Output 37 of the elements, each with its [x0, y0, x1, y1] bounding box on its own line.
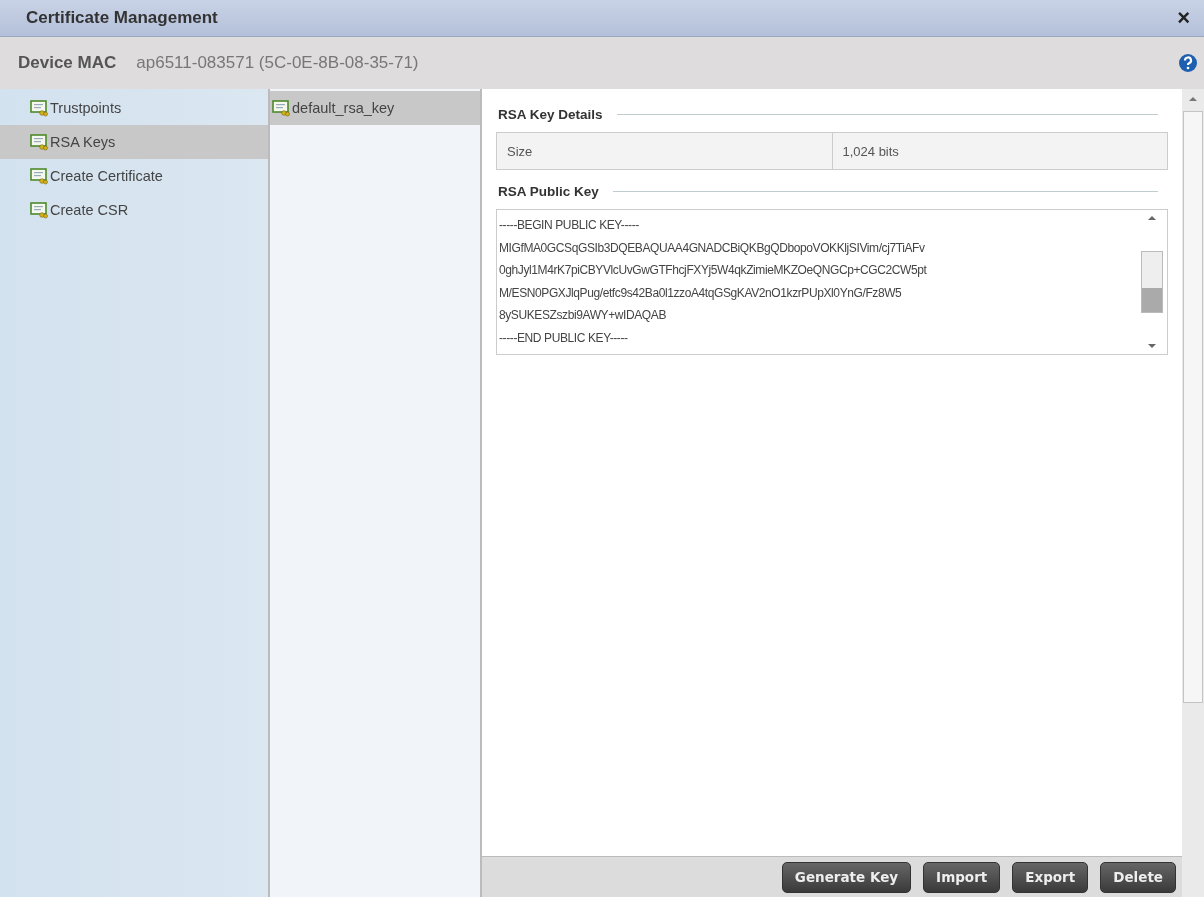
- certificate-icon: [30, 201, 48, 219]
- window-title: Certificate Management: [26, 8, 218, 28]
- key-list-item[interactable]: default_rsa_key: [270, 91, 480, 125]
- panel-scrollbar[interactable]: [1182, 89, 1204, 897]
- section-title: RSA Key Details: [498, 107, 603, 122]
- certificate-icon: [30, 99, 48, 117]
- scroll-up-icon[interactable]: [1147, 214, 1157, 222]
- nav-item[interactable]: Trustpoints: [0, 91, 268, 125]
- action-button[interactable]: Export: [1012, 861, 1089, 893]
- table-cell: 1,024 bits: [832, 132, 1168, 170]
- action-button[interactable]: Generate Key: [781, 861, 912, 893]
- close-button[interactable]: ×: [1173, 7, 1194, 29]
- key-text-line: 0ghJyl1M4rK7piCBYVlcUvGwGTFhcjFXYj5W4qkZimieMKZOeQNGCp+CGC2CW5pt: [499, 262, 928, 279]
- action-button[interactable]: Import: [923, 861, 1001, 893]
- key-text-line: M/ESN0PGXJlqPug/etfc9s42Ba0l1zzoA4tqGSgKAV2nO1kzrPUpXl0YnG/Fz8W5: [499, 284, 903, 302]
- key-text-line: MIGfMA0GCSqGSIb3DQEBAQUAA4GNADCBiQKBgQDbopoVOKKljSIVim/cj7TiAFv: [499, 239, 926, 257]
- device-label: Device MAC: [18, 53, 117, 73]
- text-area-scrollbar[interactable]: [1141, 214, 1163, 350]
- public-key-text-area[interactable]: [496, 209, 1168, 355]
- table-cell: Size: [496, 132, 832, 170]
- action-button[interactable]: Delete: [1100, 861, 1176, 893]
- nav-item[interactable]: RSA Keys: [0, 125, 268, 159]
- nav-item[interactable]: Create Certificate: [0, 159, 268, 193]
- scroll-up-icon[interactable]: [1188, 95, 1198, 103]
- key-text-line: -----END PUBLIC KEY-----: [499, 329, 629, 347]
- key-text-line: -----BEGIN PUBLIC KEY-----: [499, 217, 640, 234]
- help-icon[interactable]: [1178, 53, 1198, 73]
- certificate-icon: [30, 133, 48, 151]
- scroll-down-icon[interactable]: [1147, 342, 1157, 350]
- section-title: RSA Public Key: [498, 184, 599, 199]
- certificate-icon: [272, 99, 290, 117]
- certificate-icon: [30, 167, 48, 185]
- key-text-line: 8ySUKESZszbi9AWY+wIDAQAB: [499, 307, 667, 324]
- scroll-thumb[interactable]: [1183, 111, 1203, 703]
- scroll-thumb[interactable]: [1141, 251, 1163, 313]
- device-value: ap6511-083571 (5C-0E-8B-08-35-71): [136, 53, 419, 73]
- nav-item[interactable]: Create CSR: [0, 193, 268, 227]
